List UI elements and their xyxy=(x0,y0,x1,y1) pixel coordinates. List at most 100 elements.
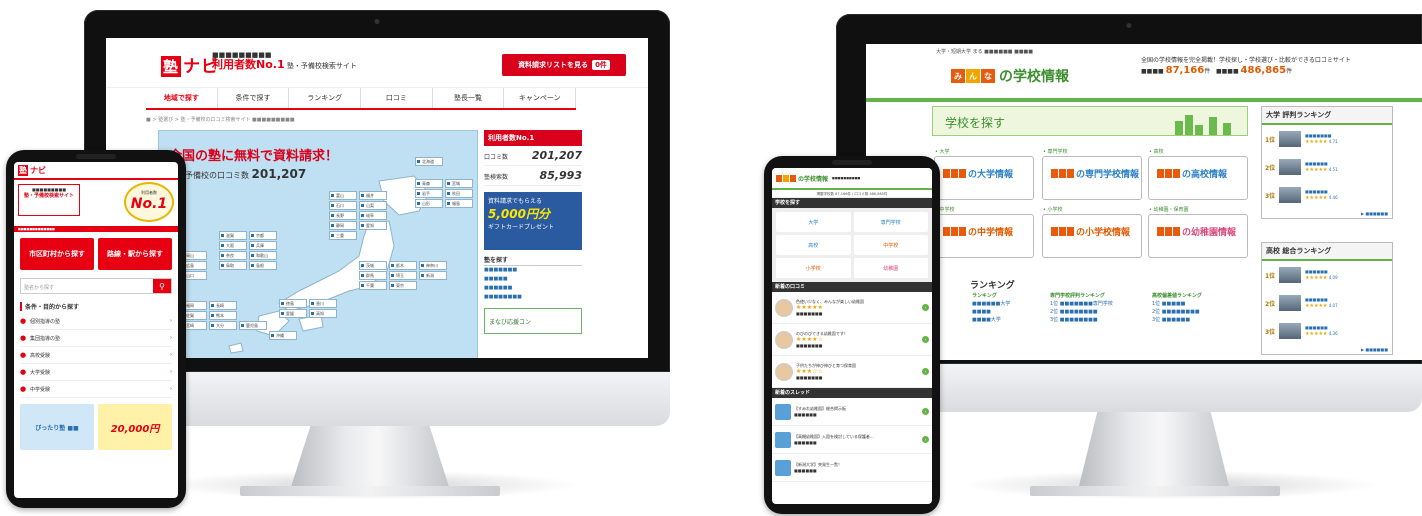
prefecture-link[interactable]: 滋賀 xyxy=(219,231,247,240)
prefecture-link[interactable]: 千葉 xyxy=(359,281,387,290)
gift-promo-banner[interactable]: 資料請求でもらえる 5,000円分 ギフトカードプレゼント xyxy=(484,192,582,250)
prefecture-link[interactable]: 大分 xyxy=(209,321,237,330)
nav-tab-directors[interactable]: 塾長一覧 xyxy=(433,88,505,108)
search-icon[interactable]: ⚲ xyxy=(153,279,171,293)
prefecture-link[interactable]: 埼玉 xyxy=(389,271,417,280)
prefecture-link[interactable]: 神奈川 xyxy=(419,261,447,270)
nav-tab-reviews[interactable]: 口コミ xyxy=(361,88,433,108)
prefecture-link[interactable]: 福井 xyxy=(359,191,387,200)
ranking-row[interactable]: 1位 ■■■■■■■ ★★★★★ 4.71 xyxy=(1262,125,1392,153)
ranking-row[interactable]: 3位 ■■■■■■ ★★★★★ 4.46 xyxy=(1262,181,1392,209)
prefecture-link[interactable]: 高知 xyxy=(309,309,337,318)
review-item[interactable]: 子供たちが伸び伸びと育つ保育園 ★★★☆☆ ■■■■■■■ › xyxy=(772,356,932,388)
site-logo[interactable]: 塾ナビ xyxy=(161,52,219,77)
search-link[interactable]: ■■■■■■■ xyxy=(484,266,582,275)
prefecture-link[interactable]: 鹿児島 xyxy=(239,321,267,330)
prefecture-link[interactable]: 兵庫 xyxy=(249,241,277,250)
prefecture-link[interactable]: 秋田 xyxy=(445,189,473,198)
cell-highschool[interactable]: 高校 xyxy=(776,235,851,255)
card-highschool[interactable]: • 高校 の高校情報 xyxy=(1148,149,1248,200)
prefecture-link[interactable]: 茨城 xyxy=(359,261,387,270)
prefecture-link[interactable]: 徳島 xyxy=(279,299,307,308)
review-item[interactable]: 色使い少なく、みんなが楽しい幼稚園 ★★★★★ ■■■■■■■ › xyxy=(772,292,932,324)
prefecture-link[interactable]: 熊本 xyxy=(209,311,237,320)
ranking-row[interactable]: 2位 ■■■■■■ ★★★★★ 4.51 xyxy=(1262,153,1392,181)
prefecture-link[interactable]: 福島 xyxy=(445,199,473,208)
prefecture-link[interactable]: 北海道 xyxy=(415,157,443,166)
prefecture-link[interactable]: 群馬 xyxy=(359,271,387,280)
manabi-banner[interactable]: まなび応援コン xyxy=(484,308,582,334)
prefecture-link[interactable]: 鳥取 xyxy=(219,261,247,270)
prefecture-link[interactable]: 栃木 xyxy=(389,261,417,270)
list-item[interactable]: ● 大学受験 › xyxy=(20,364,172,381)
prefecture-link[interactable]: 静岡 xyxy=(329,221,357,230)
highschool-ranking-box: 高校 総合ランキング 1位 ■■■■■■ ★★★★★ 4.09 2位 ■■■■■■ ★★… xyxy=(1261,242,1393,355)
ranking-row[interactable]: 2位 ■■■■■■ ★★★★★ 4.07 xyxy=(1262,289,1392,317)
review-item[interactable]: のびのびできる幼稚園です！ ★★★★☆ ■■■■■■■ › xyxy=(772,324,932,356)
more-link[interactable]: ▶ ■■■■■■ xyxy=(1262,209,1392,218)
prefecture-link[interactable]: 新潟 xyxy=(419,271,447,280)
prefecture-link[interactable]: 東京 xyxy=(389,281,417,290)
ad-banner[interactable]: 20,000円 xyxy=(98,404,172,450)
search-link[interactable]: ■■■■■ xyxy=(484,275,582,284)
prefecture-link[interactable]: 大阪 xyxy=(219,241,247,250)
prefecture-link[interactable]: 長崎 xyxy=(209,301,237,310)
prefecture-link[interactable]: 愛媛 xyxy=(279,309,307,318)
card-elementary[interactable]: • 小学校 の小学校情報 xyxy=(1042,207,1142,258)
list-item[interactable]: ● 高校受験 › xyxy=(20,347,172,364)
prefecture-link[interactable]: 香川 xyxy=(309,299,337,308)
building-icon xyxy=(1175,121,1183,135)
ranking-row[interactable]: 3位 ■■■■■■ ★★★★★ 4.36 xyxy=(1262,317,1392,345)
prefecture-link[interactable]: 宮城 xyxy=(445,179,473,188)
prefecture-link[interactable]: 沖縄 xyxy=(269,331,297,340)
prefecture-link[interactable]: 山形 xyxy=(415,199,443,208)
nav-tab-conditions[interactable]: 条件で探す xyxy=(218,88,290,108)
cell-university[interactable]: 大学 xyxy=(776,212,851,232)
more-link[interactable]: ▶ ■■■■■■ xyxy=(1262,345,1392,354)
thread-item[interactable]: 【新潟大学】突発生一覧！ ■■■■■■ xyxy=(772,454,932,482)
cell-vocational[interactable]: 専門学校 xyxy=(853,212,928,232)
document-request-button[interactable]: 資料請求リストを見る 0件 xyxy=(502,54,626,76)
thread-item[interactable]: 【すみれ幼稚園】総合掲示板 ■■■■■■ › xyxy=(772,398,932,426)
list-item[interactable]: ● 個別指導の塾 › xyxy=(20,313,172,330)
station-search-button[interactable]: 路線・駅から探す xyxy=(98,238,172,270)
building-icon xyxy=(1195,125,1203,135)
site-logo[interactable]: みんな の学校情報 xyxy=(951,66,1069,86)
monitor-stand-neck xyxy=(1078,404,1230,490)
card-vocational[interactable]: • 専門学校 の専門学校情報 xyxy=(1042,149,1142,200)
prefecture-link[interactable]: 和歌山 xyxy=(249,251,277,260)
prefecture-link[interactable]: 岐阜 xyxy=(359,211,387,220)
prefecture-link[interactable]: 岩手 xyxy=(415,189,443,198)
card-university[interactable]: • 大学 の大学情報 xyxy=(934,149,1034,200)
ad-banner[interactable]: ぴったり塾 ■■ xyxy=(20,404,94,450)
ranking-row[interactable]: 1位 ■■■■■■ ★★★★★ 4.09 xyxy=(1262,261,1392,289)
card-kindergarten[interactable]: • 幼稚園・保育園 の幼稚園情報 xyxy=(1148,207,1248,258)
search-title: 学校を探す xyxy=(945,116,1006,130)
cell-kindergarten[interactable]: 幼稚園 xyxy=(853,258,928,278)
search-link[interactable]: ■■■■■■■■ xyxy=(484,293,582,302)
cell-juniorhigh[interactable]: 中学校 xyxy=(853,235,928,255)
prefecture-link[interactable]: 愛知 xyxy=(359,221,387,230)
phone-search-input[interactable]: 塾名から探す xyxy=(21,279,153,293)
highschool-ranking-title: 高校 総合ランキング xyxy=(1262,243,1392,261)
prefecture-link[interactable]: 長野 xyxy=(329,211,357,220)
prefecture-link[interactable]: 奈良 xyxy=(219,251,247,260)
prefecture-link[interactable]: 富山 xyxy=(329,191,357,200)
cell-elementary[interactable]: 小学校 xyxy=(776,258,851,278)
prefecture-link[interactable]: 青森 xyxy=(415,179,443,188)
nav-tab-ranking[interactable]: ランキング xyxy=(289,88,362,108)
prefecture-link[interactable]: 石川 xyxy=(329,201,357,210)
city-search-button[interactable]: 市区町村から探す xyxy=(20,238,94,270)
prefecture-link[interactable]: 三重 xyxy=(329,231,357,240)
prefecture-link[interactable]: 島根 xyxy=(249,261,277,270)
card-juniorhigh[interactable]: • 中学校 の中学情報 xyxy=(934,207,1034,258)
list-item[interactable]: ● 集団指導の塾 › xyxy=(20,330,172,347)
hero-map-panel: 全国の塾に無料で資料請求！ 塾・予備校の口コミ数 201,207 北海道 青森 岩手… xyxy=(158,130,478,358)
nav-tab-campaign[interactable]: キャンペーン xyxy=(504,88,577,108)
list-item[interactable]: ● 中学受験 › xyxy=(20,381,172,398)
prefecture-link[interactable]: 京都 xyxy=(249,231,277,240)
thread-item[interactable]: 【高槻幼稚園】入園を検討している保護者… ■■■■■■ › xyxy=(772,426,932,454)
search-link[interactable]: ■■■■■■ xyxy=(484,284,582,293)
prefecture-link[interactable]: 山梨 xyxy=(359,201,387,210)
nav-tab-area[interactable]: 地域で探す xyxy=(146,88,218,108)
